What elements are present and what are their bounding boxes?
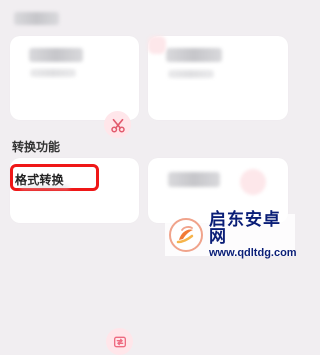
section-title: 转换功能 [12, 140, 61, 154]
screen: 转换功能 格式转换 启东安卓网 www.qdltdg.com [0, 0, 297, 355]
top-left-tool-card[interactable] [10, 36, 139, 138]
watermark-logo-icon [169, 218, 203, 252]
scissors-icon [104, 111, 131, 138]
format-convert-subtitle-blur [20, 185, 70, 190]
format-convert-icon [106, 328, 133, 355]
blurred-icon [148, 36, 166, 54]
blurred-subtitle [30, 69, 76, 77]
watermark-cn-text: 启东安卓网 [209, 209, 281, 247]
blurred-title [166, 48, 222, 62]
blurred-title [29, 48, 83, 62]
blurred-subtitle [168, 70, 214, 78]
top-right-tool-card[interactable] [148, 36, 288, 120]
watermark-en-text: www.qdltdg.com [209, 246, 297, 259]
blurred-icon [240, 169, 266, 195]
header-title-blur [14, 12, 59, 25]
blurred-title [168, 172, 220, 187]
watermark: 启东安卓网 www.qdltdg.com [165, 209, 297, 259]
